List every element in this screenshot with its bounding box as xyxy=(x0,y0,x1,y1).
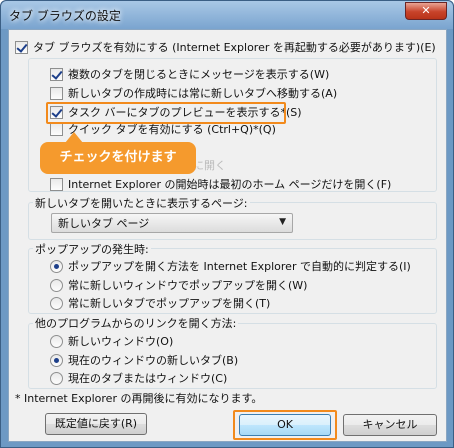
radio-label: 常に新しいウィンドウでポップアップを開く(W) xyxy=(68,279,308,292)
window-title: タブ ブラウズの設定 xyxy=(9,9,121,23)
option-switch-to-new-tab[interactable]: 新しいタブの作成時には常に新しいタブへ移動する(A) xyxy=(50,85,337,101)
links-current-tab-radio[interactable]: 現在のタブまたはウィンドウ(C) xyxy=(50,370,227,386)
radio-label: 現在のウィンドウの新しいタブ(B) xyxy=(68,354,239,367)
checkbox-box[interactable] xyxy=(50,67,63,81)
links-new-window-radio[interactable]: 新しいウィンドウ(O) xyxy=(50,333,173,349)
radio-label: 新しいウィンドウ(O) xyxy=(68,335,174,348)
links-new-tab-radio[interactable]: 現在のウィンドウの新しいタブ(B) xyxy=(50,352,238,368)
enable-tabbed-browsing-checkbox[interactable]: タブ ブラウズを有効にする (Internet Explorer を再起動する必… xyxy=(15,39,436,55)
callout-text: チェックを付けます xyxy=(59,150,177,165)
radio-button[interactable] xyxy=(50,371,63,385)
new-tab-section-title: 新しいタブを開いたときに表示するページ: xyxy=(33,195,250,211)
popup-section-title: ポップアップの発生時: xyxy=(33,241,151,257)
obscured-option-text: に開く xyxy=(193,159,226,172)
popup-new-tab-radio[interactable]: 常に新しいタブでポップアップを開く(T) xyxy=(50,295,270,311)
checkbox-label: 新しいタブの作成時には常に新しいタブへ移動する(A) xyxy=(68,87,338,100)
radio-button[interactable] xyxy=(50,334,63,348)
popup-auto-radio[interactable]: ポップアップを開く方法を Internet Explorer で自動的に判定する… xyxy=(50,258,411,274)
close-button[interactable]: ✕ xyxy=(405,2,447,20)
restart-footnote: * Internet Explorer の再開後に有効になります。 xyxy=(15,392,263,405)
checkbox-box[interactable] xyxy=(50,86,63,100)
dialog-content: タブ ブラウズを有効にする (Internet Explorer を再起動する必… xyxy=(8,29,447,442)
option-warn-close-multiple[interactable]: 複数のタブを閉じるときにメッセージを表示する(W) xyxy=(50,66,329,82)
chevron-down-icon: ▼ xyxy=(279,217,286,227)
annotation-highlight-box xyxy=(46,102,286,124)
radio-button[interactable] xyxy=(50,296,63,310)
title-bar[interactable]: タブ ブラウズの設定 ✕ xyxy=(1,1,453,29)
radio-button[interactable] xyxy=(50,278,63,292)
radio-label: ポップアップを開く方法を Internet Explorer で自動的に判定する… xyxy=(68,260,411,273)
radio-label: 現在のタブまたはウィンドウ(C) xyxy=(68,372,228,385)
option-first-home-page-only[interactable]: Internet Explorer の開始時は最初のホーム ページだけを開く(F… xyxy=(50,176,391,192)
popup-new-window-radio[interactable]: 常に新しいウィンドウでポップアップを開く(W) xyxy=(50,277,307,293)
dialog-window: タブ ブラウズの設定 ✕ タブ ブラウズを有効にする (Internet Exp… xyxy=(0,0,454,448)
checkbox-box[interactable] xyxy=(15,40,28,54)
ok-button[interactable]: OK xyxy=(239,414,331,436)
new-tab-page-dropdown[interactable]: 新しいタブ ページ ▼ xyxy=(51,213,293,233)
checkbox-box[interactable] xyxy=(50,177,63,191)
restore-defaults-button[interactable]: 既定値に戻す(R) xyxy=(45,413,147,435)
checkbox-label: Internet Explorer の開始時は最初のホーム ページだけを開く(F… xyxy=(68,178,392,191)
links-section-title: 他のプログラムからのリンクを開く方法: xyxy=(33,315,239,331)
dropdown-selected-value: 新しいタブ ページ xyxy=(58,217,150,230)
radio-button[interactable] xyxy=(50,259,63,273)
checkbox-label: 複数のタブを閉じるときにメッセージを表示する(W) xyxy=(68,68,330,81)
cancel-button[interactable]: キャンセル xyxy=(343,414,437,436)
radio-button[interactable] xyxy=(50,353,63,367)
radio-label: 常に新しいタブでポップアップを開く(T) xyxy=(68,297,271,310)
checkbox-box[interactable] xyxy=(50,122,63,136)
annotation-callout: チェックを付けます xyxy=(40,142,196,174)
checkbox-label: タブ ブラウズを有効にする (Internet Explorer を再起動する必… xyxy=(33,41,436,54)
close-icon: ✕ xyxy=(421,4,431,17)
